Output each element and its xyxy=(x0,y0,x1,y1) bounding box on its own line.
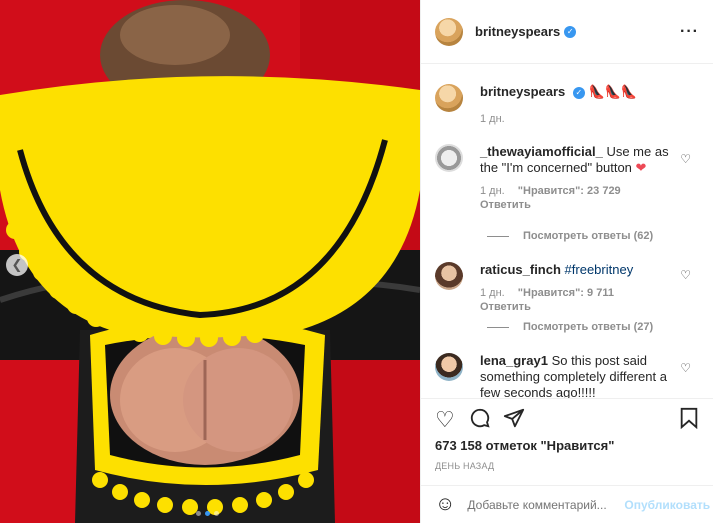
more-icon[interactable]: ··· xyxy=(680,23,699,41)
commenter-avatar[interactable] xyxy=(435,144,463,172)
comment-composer: ☺ Опубликовать xyxy=(421,485,713,523)
commenter-avatar[interactable] xyxy=(435,262,463,290)
hashtag-link[interactable]: #freebritney xyxy=(565,262,634,277)
comment-item: _thewayiamofficial_ Use me as the "I'm c… xyxy=(435,144,699,212)
carousel-dot-active xyxy=(205,511,210,516)
comments-list: britneyspears ✓ 👠👠👠 1 дн. _thewayiamoffi… xyxy=(421,64,713,398)
caption-time[interactable]: 1 дн. xyxy=(480,113,505,125)
comment-likes[interactable]: "Нравится": 9 711 xyxy=(518,287,614,299)
post-container: ❮ britneyspears ✓ ··· britneyspears ✓ 👠👠… xyxy=(0,0,713,523)
comment-username[interactable]: lena_gray1 xyxy=(480,353,548,368)
caption-username[interactable]: britneyspears xyxy=(480,84,565,99)
heart-icon[interactable]: ♡ xyxy=(680,268,691,282)
comment-input[interactable] xyxy=(465,496,625,513)
comment-item: raticus_finch #freebritney 1 дн. "Нравит… xyxy=(435,262,699,314)
carousel-dot xyxy=(214,511,219,516)
comment-item: lena_gray1 So this post said something c… xyxy=(435,353,699,398)
author-avatar[interactable] xyxy=(435,84,463,112)
caption-text: britneyspears ✓ 👠👠👠 1 дн. xyxy=(480,84,685,126)
reply-button[interactable]: Ответить xyxy=(480,199,531,211)
post-image[interactable]: ❮ xyxy=(0,0,420,523)
post-header: britneyspears ✓ ··· xyxy=(421,0,713,64)
heart-icon[interactable]: ♡ xyxy=(680,361,691,375)
share-icon[interactable] xyxy=(503,407,525,435)
comment-username[interactable]: raticus_finch xyxy=(480,262,561,277)
verified-badge-icon: ✓ xyxy=(572,86,585,99)
view-replies-button[interactable]: Посмотреть ответы (62) xyxy=(487,230,653,242)
action-bar: ♡ xyxy=(421,398,713,439)
comment-text: _thewayiamofficial_ Use me as the "I'm c… xyxy=(480,144,685,212)
author-username[interactable]: britneyspears xyxy=(475,24,560,39)
commenter-avatar[interactable] xyxy=(435,353,463,381)
comment-time[interactable]: 1 дн. xyxy=(480,185,505,197)
heart-icon[interactable]: ♡ xyxy=(435,407,455,433)
comment-time[interactable]: 1 дн. xyxy=(480,287,505,299)
post-date[interactable]: ДЕНЬ НАЗАД xyxy=(435,461,494,471)
caption: britneyspears ✓ 👠👠👠 1 дн. xyxy=(435,84,699,126)
post-sidebar: britneyspears ✓ ··· britneyspears ✓ 👠👠👠 … xyxy=(420,0,713,523)
comment-username[interactable]: _thewayiamofficial_ xyxy=(480,144,603,159)
author-avatar[interactable] xyxy=(435,17,463,46)
bookmark-icon[interactable] xyxy=(679,407,699,435)
red-heart-emoji: ❤ xyxy=(635,160,647,175)
verified-badge-icon: ✓ xyxy=(564,25,577,38)
chevron-left-icon: ❮ xyxy=(11,257,23,272)
publish-button[interactable]: Опубликовать xyxy=(624,498,710,512)
comment-likes[interactable]: "Нравится": 23 729 xyxy=(518,185,621,197)
comment-text: raticus_finch #freebritney 1 дн. "Нравит… xyxy=(480,262,685,314)
emoji-icon[interactable]: ☺ xyxy=(435,493,455,516)
photo-illustration xyxy=(0,0,420,523)
comment-icon[interactable] xyxy=(469,407,491,435)
comment-text: lena_gray1 So this post said something c… xyxy=(480,353,685,398)
carousel-indicator xyxy=(196,511,219,516)
previous-image-button[interactable]: ❮ xyxy=(6,254,28,276)
carousel-dot xyxy=(196,511,201,516)
reply-button[interactable]: Ответить xyxy=(480,301,531,313)
likes-count[interactable]: 673 158 отметок "Нравится" xyxy=(435,438,614,453)
caption-emoji: 👠👠👠 xyxy=(588,84,638,99)
heart-icon[interactable]: ♡ xyxy=(680,152,691,166)
view-replies-button[interactable]: Посмотреть ответы (27) xyxy=(487,321,653,333)
